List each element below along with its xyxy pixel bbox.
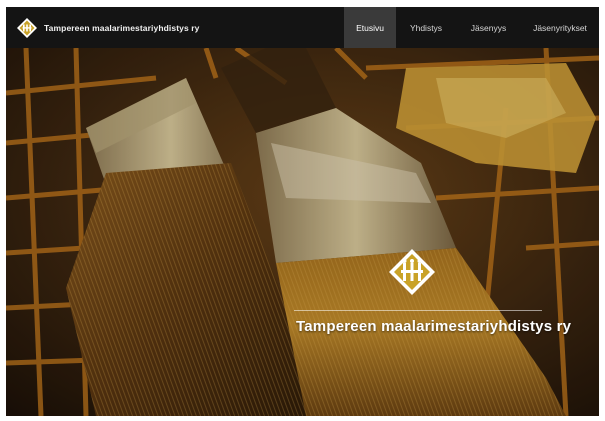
browser-viewport: Tampereen maalarimestariyhdistys ry Etus… bbox=[6, 7, 599, 416]
hero-background-image bbox=[6, 48, 599, 416]
brand[interactable]: Tampereen maalarimestariyhdistys ry bbox=[16, 17, 199, 39]
top-navbar: Tampereen maalarimestariyhdistys ry Etus… bbox=[6, 7, 599, 48]
nav-item-etusivu[interactable]: Etusivu bbox=[344, 7, 396, 48]
nav-item-yhdistys[interactable]: Yhdistys bbox=[396, 7, 456, 48]
brand-name: Tampereen maalarimestariyhdistys ry bbox=[44, 22, 200, 33]
association-emblem-icon bbox=[16, 17, 38, 39]
hero-emblem-icon bbox=[388, 248, 436, 296]
hero-divider bbox=[294, 310, 542, 311]
nav-item-jasenyys[interactable]: Jäsenyys bbox=[456, 7, 521, 48]
hero-title: Tampereen maalarimestariyhdistys ry bbox=[296, 318, 572, 335]
nav-item-jasenyritykset[interactable]: Jäsenyritykset bbox=[521, 7, 599, 48]
hero-banner: Tampereen maalarimestariyhdistys ry bbox=[6, 48, 599, 416]
main-menu: Etusivu Yhdistys Jäsenyys Jäsenyritykset bbox=[344, 7, 599, 48]
